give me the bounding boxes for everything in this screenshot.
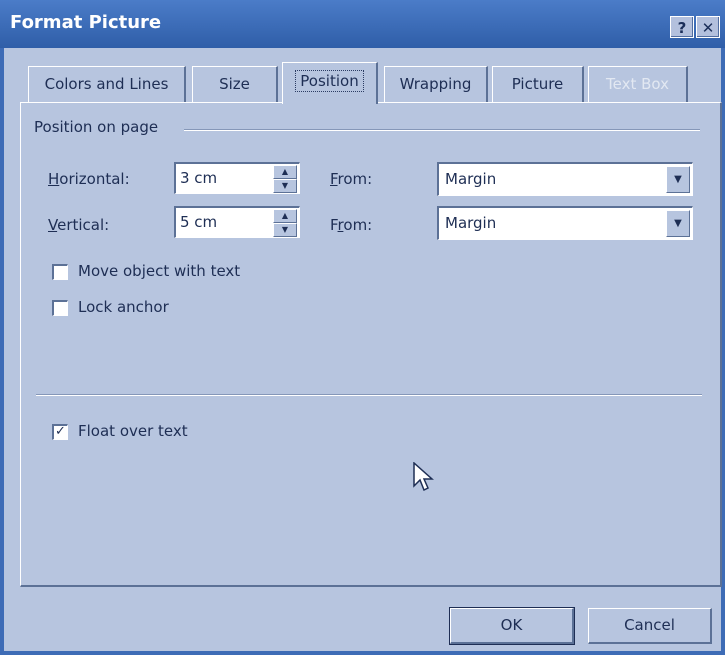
tab-position[interactable]: Position	[282, 62, 378, 104]
horizontal-label: Horizontal:	[48, 170, 130, 188]
tab-size[interactable]: Size	[192, 66, 278, 102]
chevron-down-icon[interactable]: ▼	[666, 210, 690, 237]
spin-down-icon[interactable]: ▼	[273, 223, 297, 237]
horizontal-from-value: Margin	[445, 170, 497, 188]
tab-label: Text Box	[606, 75, 669, 93]
group-divider	[184, 129, 700, 131]
tab-colors-and-lines[interactable]: Colors and Lines	[28, 66, 186, 102]
vertical-from-label-text: From:	[330, 216, 373, 234]
spin-up-icon[interactable]: ▲	[273, 209, 297, 223]
vertical-label-text: ertical:	[57, 216, 110, 234]
close-icon: ✕	[701, 19, 715, 37]
tab-label: Position	[295, 70, 364, 92]
vertical-value[interactable]: 5 cm	[180, 213, 217, 231]
horizontal-from-label: From:	[330, 170, 373, 188]
float-over-text-checkbox[interactable]: ✓	[52, 424, 68, 440]
vertical-label: Vertical:	[48, 216, 110, 234]
arrow-cursor-icon	[413, 462, 434, 492]
tab-text-box: Text Box	[588, 66, 688, 102]
spin-up-icon[interactable]: ▲	[273, 165, 297, 179]
horizontal-spin-buttons[interactable]: ▲ ▼	[273, 165, 297, 193]
title-bar[interactable]: Format Picture ? ✕	[0, 0, 725, 48]
move-with-text-label[interactable]: Move object with text	[78, 262, 240, 280]
help-icon: ?	[677, 19, 687, 37]
horizontal-spinbox[interactable]: 3 cm ▲ ▼	[174, 162, 300, 194]
spin-down-icon[interactable]: ▼	[273, 179, 297, 193]
help-button[interactable]: ?	[670, 16, 694, 38]
section-divider	[36, 394, 702, 396]
ok-button[interactable]: OK	[449, 607, 575, 645]
close-button[interactable]: ✕	[696, 16, 720, 38]
horizontal-from-dropdown[interactable]: Margin ▼	[437, 162, 693, 196]
cancel-button[interactable]: Cancel	[588, 608, 712, 644]
horizontal-from-label-text: rom:	[337, 170, 373, 188]
checkmark-icon: ✓	[55, 424, 66, 439]
tab-label: Picture	[511, 75, 564, 93]
vertical-from-dropdown[interactable]: Margin ▼	[437, 206, 693, 240]
horizontal-value[interactable]: 3 cm	[180, 169, 217, 187]
lock-anchor-label[interactable]: Lock anchor	[78, 298, 169, 316]
vertical-spin-buttons[interactable]: ▲ ▼	[273, 209, 297, 237]
vertical-from-value: Margin	[445, 214, 497, 232]
chevron-down-icon[interactable]: ▼	[666, 166, 690, 193]
vertical-spinbox[interactable]: 5 cm ▲ ▼	[174, 206, 300, 238]
float-over-text-label[interactable]: Float over text	[78, 422, 188, 440]
tab-wrapping[interactable]: Wrapping	[384, 66, 488, 102]
vertical-from-label: From:	[330, 216, 372, 234]
tab-label: Size	[219, 75, 250, 93]
format-picture-dialog: Format Picture ? ✕ Colors and Lines Size…	[0, 0, 725, 655]
tab-picture[interactable]: Picture	[492, 66, 584, 102]
horizontal-label-text: orizontal:	[59, 170, 130, 188]
move-with-text-checkbox[interactable]	[52, 264, 68, 280]
position-group-label: Position on page	[34, 118, 159, 136]
tab-label: Wrapping	[399, 75, 472, 93]
lock-anchor-checkbox[interactable]	[52, 300, 68, 316]
dialog-title: Format Picture	[10, 12, 162, 33]
tab-label: Colors and Lines	[44, 75, 169, 93]
